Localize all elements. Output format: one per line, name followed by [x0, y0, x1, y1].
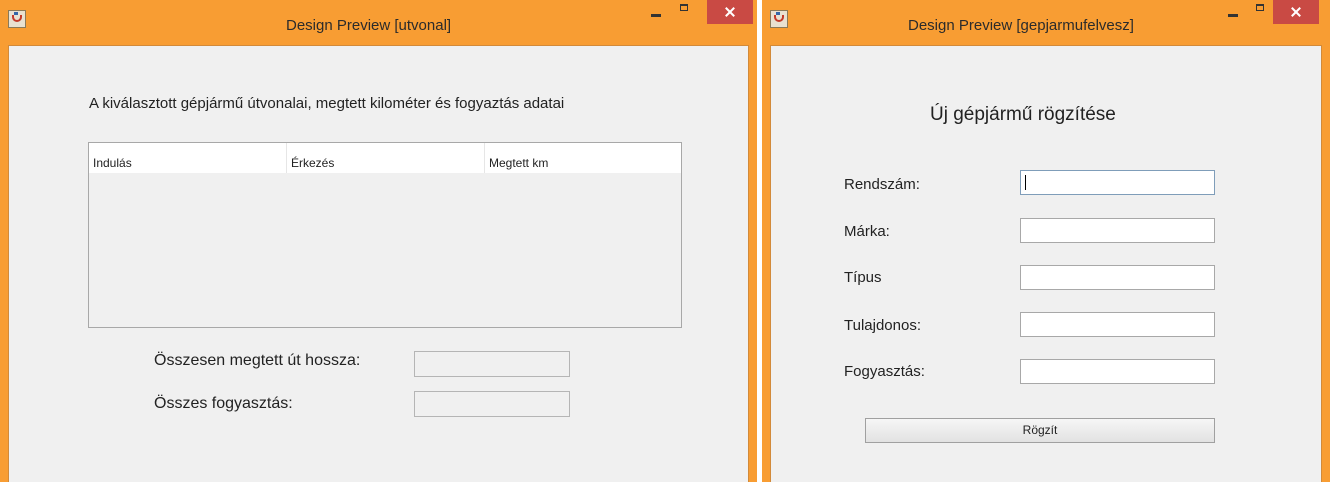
window-title: Design Preview [gepjarmufelvesz] [908, 17, 1134, 34]
table-header: Indulás Érkezés Megtett km [89, 143, 681, 173]
column-header-arrival[interactable]: Érkezés [287, 143, 485, 173]
title-bar[interactable]: Design Preview [gepjarmufelvesz] [762, 0, 1330, 45]
total-consumption-field[interactable] [414, 391, 570, 417]
total-distance-label: Összesen megtett út hossza: [154, 352, 361, 369]
window-content: Új gépjármű rögzítése Rendszám: Márka: T… [770, 45, 1322, 482]
route-preview-window: Design Preview [utvonal] A kiválasztott … [0, 0, 757, 482]
plate-input[interactable] [1020, 170, 1215, 195]
maximize-icon[interactable] [672, 0, 700, 26]
page-title: A kiválasztott gépjármű útvonalai, megte… [89, 95, 565, 112]
type-input[interactable] [1020, 265, 1215, 290]
total-distance-field[interactable] [414, 351, 570, 377]
title-bar[interactable]: Design Preview [utvonal] [0, 0, 757, 45]
text-caret [1025, 175, 1026, 190]
consumption-label: Fogyasztás: [844, 363, 925, 380]
column-header-departure[interactable]: Indulás [89, 143, 287, 173]
brand-label: Márka: [844, 223, 890, 240]
window-title: Design Preview [utvonal] [286, 17, 452, 34]
close-icon[interactable] [707, 0, 753, 24]
vehicle-entry-window: Design Preview [gepjarmufelvesz] Új gépj… [762, 0, 1330, 482]
column-header-distance[interactable]: Megtett km [485, 143, 681, 173]
page-title: Új gépjármű rögzítése [930, 104, 1116, 125]
close-icon[interactable] [1273, 0, 1319, 24]
routes-table[interactable]: Indulás Érkezés Megtett km [88, 142, 682, 328]
window-content: A kiválasztott gépjármű útvonalai, megte… [8, 45, 749, 482]
owner-label: Tulajdonos: [844, 317, 921, 334]
java-coffee-cup-icon[interactable] [770, 10, 788, 28]
total-consumption-label: Összes fogyasztás: [154, 395, 293, 412]
save-button[interactable]: Rögzít [865, 418, 1215, 443]
brand-input[interactable] [1020, 218, 1215, 243]
java-coffee-cup-icon[interactable] [8, 10, 26, 28]
consumption-input[interactable] [1020, 359, 1215, 384]
type-label: Típus [844, 269, 882, 286]
owner-input[interactable] [1020, 312, 1215, 337]
minimize-icon[interactable] [642, 0, 670, 26]
maximize-icon[interactable] [1248, 0, 1276, 26]
plate-label: Rendszám: [844, 176, 920, 193]
minimize-icon[interactable] [1219, 0, 1247, 26]
